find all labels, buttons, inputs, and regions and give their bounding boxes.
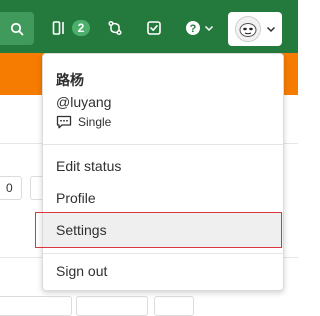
user-handle: @luyang bbox=[56, 94, 112, 110]
user-name: 路杨 bbox=[56, 72, 84, 88]
edit-status-label: Edit status bbox=[56, 158, 122, 174]
settings-item[interactable]: Settings bbox=[43, 213, 283, 247]
menu-divider bbox=[43, 144, 283, 145]
settings-label: Settings bbox=[56, 222, 107, 238]
user-status[interactable]: Single bbox=[56, 115, 271, 129]
chevron-down-icon bbox=[266, 26, 275, 33]
help-menu-button[interactable]: ? bbox=[179, 14, 219, 42]
profile-label: Profile bbox=[56, 190, 96, 206]
search-button[interactable] bbox=[0, 12, 34, 45]
svg-text:?: ? bbox=[189, 23, 196, 35]
chevron-down-icon bbox=[204, 25, 213, 32]
background-field[interactable]: 0 bbox=[0, 176, 22, 200]
background-tab[interactable] bbox=[154, 296, 194, 316]
background-tab[interactable] bbox=[0, 296, 72, 316]
search-icon bbox=[10, 22, 24, 35]
branch-icon bbox=[108, 20, 122, 36]
merge-requests-count-badge: 2 bbox=[71, 20, 91, 36]
todos-button[interactable] bbox=[140, 14, 168, 42]
user-menu-button[interactable] bbox=[228, 12, 282, 46]
user-dropdown-menu: 路杨 @luyang Single Edit status Profile Se… bbox=[42, 53, 284, 291]
avatar-icon bbox=[239, 23, 256, 37]
merge-request-icon bbox=[52, 21, 64, 35]
profile-item[interactable]: Profile bbox=[43, 181, 283, 215]
top-navbar: 2 ? bbox=[0, 0, 298, 53]
user-info: 路杨 @luyang Single bbox=[56, 71, 271, 129]
sign-out-item[interactable]: Sign out bbox=[43, 254, 283, 288]
speech-bubble-icon bbox=[56, 115, 72, 129]
todo-icon bbox=[147, 21, 161, 35]
background-tab[interactable] bbox=[76, 296, 148, 316]
merge-requests-button[interactable]: 2 bbox=[50, 14, 92, 42]
edit-status-item[interactable]: Edit status bbox=[43, 149, 283, 183]
background-field-value: 0 bbox=[6, 181, 13, 195]
user-status-text: Single bbox=[78, 115, 112, 129]
avatar bbox=[234, 16, 261, 42]
branches-button[interactable] bbox=[101, 14, 129, 42]
sign-out-label: Sign out bbox=[56, 263, 108, 279]
help-icon: ? bbox=[185, 21, 200, 35]
